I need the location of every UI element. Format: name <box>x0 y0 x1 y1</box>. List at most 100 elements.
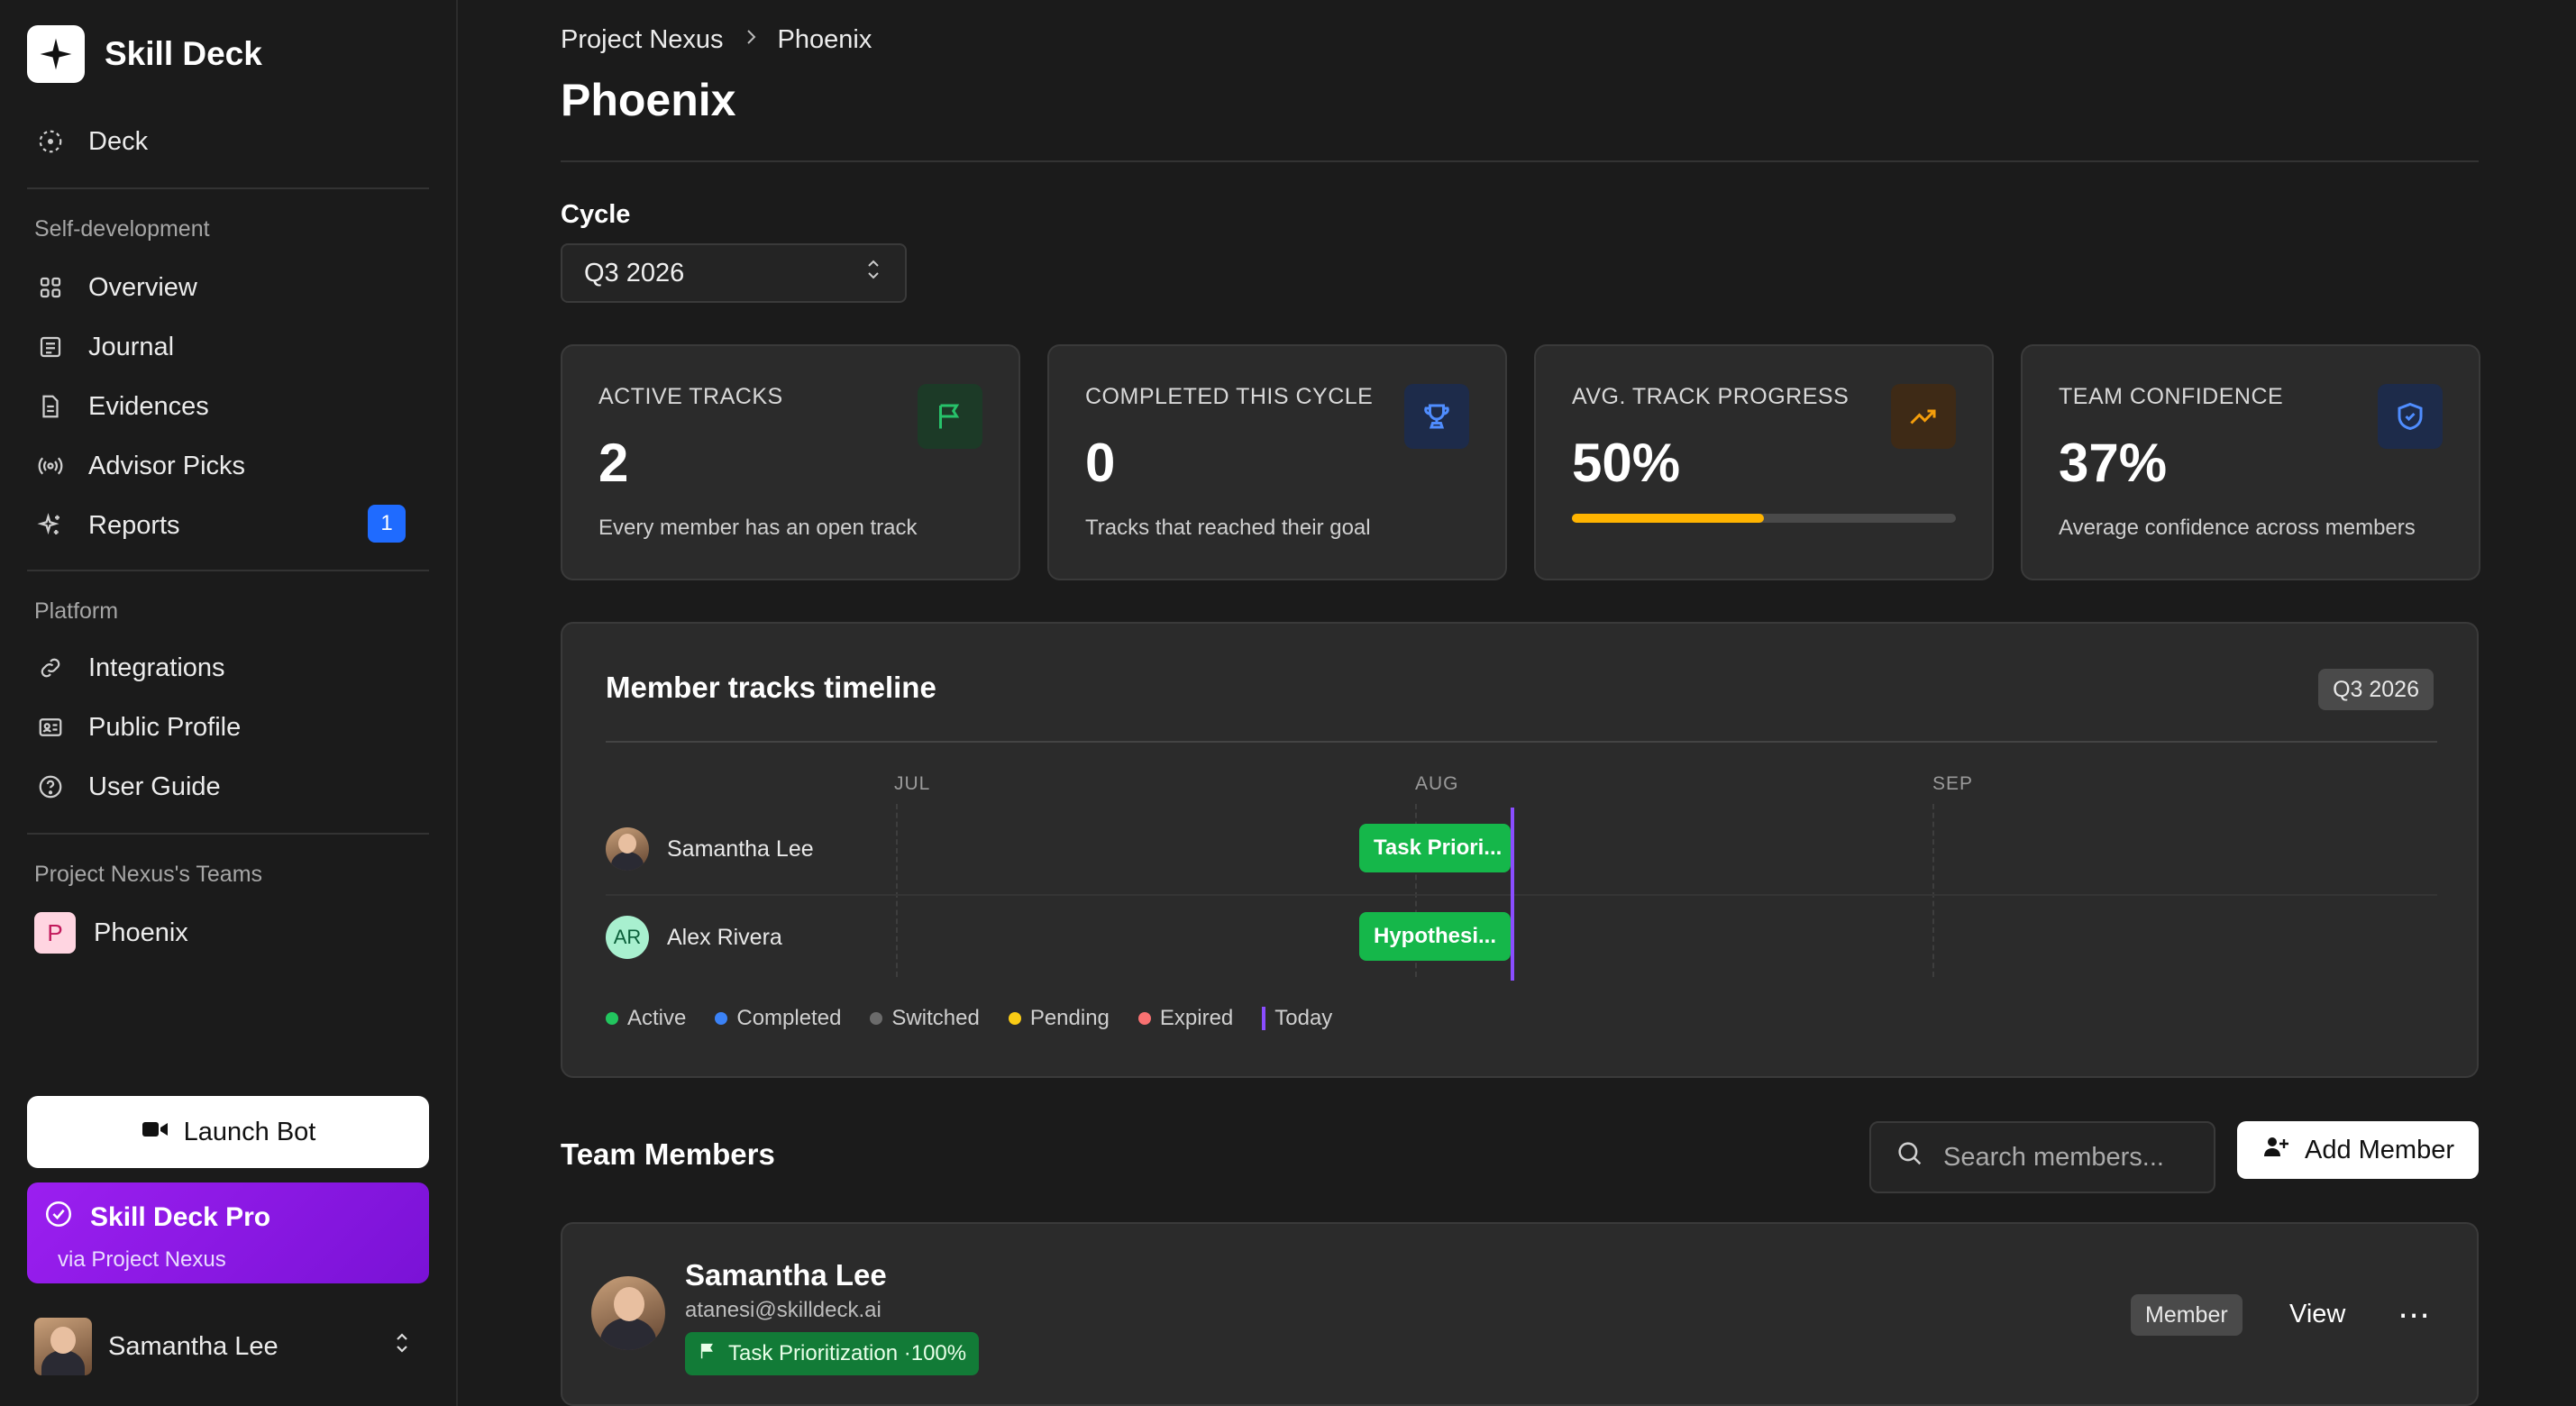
sidebar-item-label: Public Profile <box>88 712 242 742</box>
legend-item-completed: Completed <box>715 1006 841 1031</box>
sidebar-divider <box>27 187 429 189</box>
team-members-title: Team Members <box>561 1137 775 1171</box>
cycle-label: Cycle <box>561 200 631 229</box>
page-title: Phoenix <box>561 75 736 125</box>
sidebar-item-journal[interactable]: Journal <box>34 324 174 370</box>
sidebar-item-label: Reports <box>88 510 180 540</box>
today-marker <box>1511 808 1514 981</box>
dotted-circle-icon <box>34 125 67 158</box>
search-placeholder: Search members... <box>1943 1142 2164 1172</box>
member-track-label: Task Prioritization ·100% <box>728 1341 967 1365</box>
breadcrumb-parent[interactable]: Project Nexus <box>561 25 724 55</box>
stat-desc: Tracks that reached their goal <box>1085 516 1371 540</box>
sidebar-item-public-profile[interactable]: Public Profile <box>34 705 241 750</box>
progress-bar-fill <box>1572 514 1764 523</box>
timeline-cycle-chip: Q3 2026 <box>2318 669 2434 710</box>
legend-item-active: Active <box>606 1006 686 1031</box>
sidebar-item-reports[interactable]: Reports <box>34 503 180 548</box>
legend-label: Switched <box>891 1006 980 1030</box>
check-circle-icon <box>43 1199 74 1237</box>
cycle-select[interactable]: Q3 2026 <box>561 243 907 303</box>
add-member-button[interactable]: Add Member <box>2237 1121 2479 1179</box>
legend-dot <box>606 1012 618 1025</box>
user-plus-icon <box>2261 1134 2290 1166</box>
legend-label: Completed <box>736 1006 842 1030</box>
sidebar-item-integrations[interactable]: Integrations <box>34 645 225 690</box>
trophy-icon <box>1404 384 1469 449</box>
legend-label: Pending <box>1029 1006 1110 1030</box>
user-menu[interactable]: Samantha Lee <box>34 1318 413 1375</box>
sidebar-item-label: Phoenix <box>94 918 188 947</box>
timeline-gridline <box>1932 804 1934 977</box>
chevron-up-down-icon <box>863 254 883 292</box>
section-label-self-development: Self-development <box>34 216 210 242</box>
pro-plan-card[interactable]: Skill Deck Pro via Project Nexus <box>27 1182 429 1283</box>
brand[interactable]: Skill Deck <box>27 25 262 83</box>
flag-icon <box>918 384 982 449</box>
timeline-track-bar[interactable]: Hypothesi... <box>1359 912 1511 961</box>
sidebar-item-label: User Guide <box>88 771 221 801</box>
search-input[interactable]: Search members... <box>1869 1121 2215 1193</box>
sidebar-item-overview[interactable]: Overview <box>34 265 197 310</box>
stat-card-completed: COMPLETED THIS CYCLE 0 Tracks that reach… <box>1047 344 1507 580</box>
sidebar-divider <box>27 833 429 835</box>
sidebar-item-label: Integrations <box>88 653 225 682</box>
member-track-badge: Task Prioritization ·100% <box>685 1332 980 1375</box>
timeline-track-bar[interactable]: Task Priori... <box>1359 824 1511 872</box>
stat-desc: Average confidence across members <box>2059 516 2416 540</box>
legend-label: Today <box>1274 1006 1333 1030</box>
shield-check-icon <box>2378 384 2443 449</box>
sidebar-item-team-phoenix[interactable]: P Phoenix <box>34 910 188 955</box>
document-icon <box>34 390 67 423</box>
timeline-member-name: Samantha Lee <box>667 835 814 862</box>
cycle-select-value: Q3 2026 <box>584 258 685 288</box>
brand-name: Skill Deck <box>105 35 262 72</box>
member-role-badge: Member <box>2131 1294 2243 1336</box>
legend-dot <box>1137 1012 1151 1025</box>
legend-dot <box>715 1012 728 1025</box>
timeline-month-aug: AUG <box>1415 773 1459 794</box>
timeline-row-member[interactable]: AR Alex Rivera <box>606 916 782 959</box>
avatar <box>591 1276 665 1350</box>
more-options-icon[interactable]: ⋯ <box>2398 1296 2432 1334</box>
breadcrumb: Project Nexus Phoenix <box>561 25 872 55</box>
team-initial-badge: P <box>34 912 76 954</box>
legend-dot <box>870 1012 883 1025</box>
timeline-row-member[interactable]: Samantha Lee <box>606 827 814 871</box>
legend-label: Expired <box>1159 1006 1234 1030</box>
flag-icon <box>698 1341 717 1367</box>
section-label-teams: Project Nexus's Teams <box>34 862 263 887</box>
avatar <box>34 1318 92 1375</box>
view-member-button[interactable]: View <box>2289 1300 2345 1329</box>
header-divider <box>561 160 2479 162</box>
legend-item-pending: Pending <box>1008 1006 1110 1031</box>
legend-item-switched: Switched <box>870 1006 980 1031</box>
user-name: Samantha Lee <box>108 1331 279 1361</box>
sidebar-item-label: Journal <box>88 332 175 361</box>
journal-icon <box>34 331 67 363</box>
member-email: atanesi@skilldeck.ai <box>685 1298 882 1322</box>
timeline-card: Member tracks timeline Q3 2026 JUL AUG S… <box>561 622 2479 1078</box>
pro-subtitle: via Project Nexus <box>58 1247 226 1272</box>
reports-count-badge: 1 <box>368 505 406 543</box>
timeline-divider <box>606 741 2437 743</box>
launch-bot-button[interactable]: Launch Bot <box>27 1096 429 1168</box>
sidebar-item-label: Evidences <box>88 391 209 421</box>
sidebar-item-user-guide[interactable]: User Guide <box>34 764 221 809</box>
sidebar: Skill Deck Deck Self-development Overvie… <box>0 0 458 1406</box>
legend-today-mark <box>1262 1007 1266 1030</box>
timeline-month-jul: JUL <box>894 773 931 794</box>
sparkles-icon <box>34 509 67 542</box>
broadcast-icon <box>34 450 67 482</box>
sidebar-item-evidences[interactable]: Evidences <box>34 384 209 429</box>
progress-bar <box>1572 514 1956 523</box>
stat-card-avg-progress: AVG. TRACK PROGRESS 50% <box>1534 344 1994 580</box>
sidebar-item-advisor-picks[interactable]: Advisor Picks <box>34 443 245 488</box>
section-label-platform: Platform <box>34 598 119 624</box>
sidebar-item-deck[interactable]: Deck <box>34 119 148 164</box>
search-icon <box>1895 1138 1925 1176</box>
link-icon <box>34 652 67 684</box>
member-name: Samantha Lee <box>685 1258 887 1292</box>
sidebar-item-label: Overview <box>88 272 197 302</box>
member-card: Samantha Lee atanesi@skilldeck.ai Task P… <box>561 1222 2479 1406</box>
